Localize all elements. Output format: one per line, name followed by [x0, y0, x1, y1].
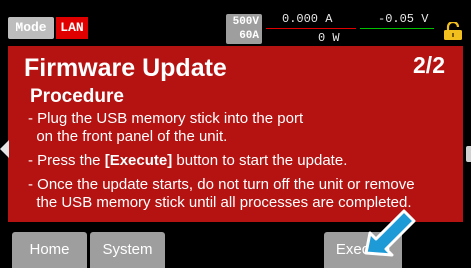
system-button[interactable]: System	[90, 232, 165, 268]
step-2: - Press the [Execute] button to start th…	[28, 152, 347, 170]
rating-current: 60A	[239, 30, 259, 42]
current-reading: 0.000 A	[282, 12, 333, 26]
step-3-line-2: the USB memory stick until all processes…	[28, 194, 412, 211]
lock-icon[interactable]	[443, 22, 463, 40]
procedure-heading: Procedure	[30, 86, 124, 107]
next-page-tab-icon[interactable]	[466, 146, 471, 162]
voltage-underline	[360, 28, 434, 29]
step-1-line-1: - Plug the USB memory stick into the por…	[28, 110, 304, 127]
step-3-line-1: - Once the update starts, do not turn of…	[28, 176, 415, 193]
rating-voltage: 500V	[232, 16, 259, 28]
power-reading: 0 W	[318, 31, 340, 45]
page-indicator: 2/2	[413, 52, 445, 78]
status-bar: Mode LAN 500V 60A 0.000 A -0.05 V 0 W	[0, 0, 471, 46]
pointer-arrow-icon	[364, 209, 416, 257]
firmware-update-panel: Firmware Update 2/2 Procedure - Plug the…	[8, 46, 463, 222]
home-button[interactable]: Home	[12, 232, 87, 268]
previous-page-arrow-icon[interactable]	[0, 140, 9, 158]
rating-badge: 500V 60A	[226, 14, 262, 44]
lan-indicator: LAN	[56, 17, 88, 39]
step-1-line-2: on the front panel of the unit.	[28, 128, 228, 145]
page-title: Firmware Update	[24, 54, 227, 82]
current-underline	[266, 28, 356, 29]
step-2-execute-keyword: [Execute]	[104, 152, 173, 169]
mode-indicator: Mode	[8, 17, 54, 39]
step-2-prefix: - Press the	[28, 152, 105, 169]
step-2-suffix: button to start the update.	[172, 152, 348, 169]
voltage-reading: -0.05 V	[378, 12, 429, 26]
